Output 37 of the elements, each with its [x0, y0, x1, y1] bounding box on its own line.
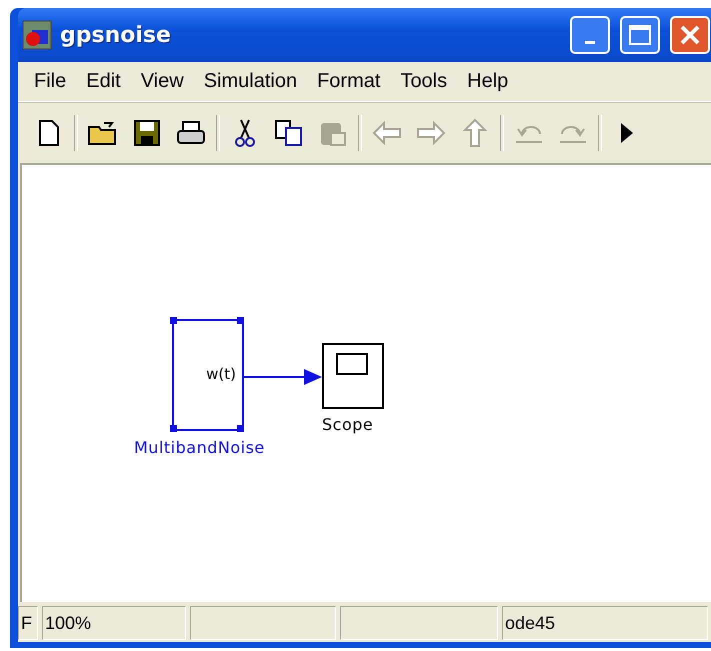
menu-item[interactable]: Help	[459, 68, 516, 95]
play-icon	[620, 122, 634, 144]
selection-handle[interactable]	[170, 425, 177, 432]
status-panel: ode45	[502, 606, 708, 640]
minimize-button[interactable]	[570, 16, 610, 54]
selection-handle[interactable]	[237, 425, 244, 432]
close-button[interactable]	[670, 16, 710, 54]
up-arrow-icon	[463, 118, 487, 148]
scope-block[interactable]	[322, 343, 384, 409]
left-arrow-icon	[372, 121, 402, 145]
menu-item[interactable]: Format	[309, 68, 388, 95]
menu-item[interactable]: Simulation	[196, 68, 306, 95]
selection-handle[interactable]	[237, 317, 244, 324]
menu-item[interactable]: File	[26, 68, 74, 95]
printer-icon	[176, 120, 206, 146]
new-file-icon	[39, 120, 59, 146]
menu-item[interactable]: View	[132, 68, 192, 95]
copy-icon	[275, 120, 303, 146]
window-title: gpsnoise	[60, 22, 172, 48]
scope-screen-icon	[336, 353, 368, 375]
scissors-icon	[235, 118, 255, 148]
menu-item[interactable]: Edit	[78, 68, 129, 95]
folder-icon	[88, 121, 118, 145]
port-label: w(t)	[206, 365, 236, 383]
block-label: MultibandNoise	[134, 438, 265, 457]
menu-item[interactable]: Tools	[392, 68, 456, 95]
minimize-icon	[585, 40, 595, 44]
right-arrow-icon	[416, 121, 446, 145]
selection-handle[interactable]	[170, 317, 177, 324]
noise-block[interactable]: w(t)	[172, 319, 244, 431]
maximize-button[interactable]	[620, 16, 660, 54]
model-window-icon	[22, 20, 52, 50]
status-panel: F	[18, 606, 38, 640]
status-panel: 100%	[42, 606, 186, 640]
close-icon	[679, 24, 701, 46]
maximize-icon	[629, 25, 651, 45]
block-label: Scope	[322, 415, 374, 434]
